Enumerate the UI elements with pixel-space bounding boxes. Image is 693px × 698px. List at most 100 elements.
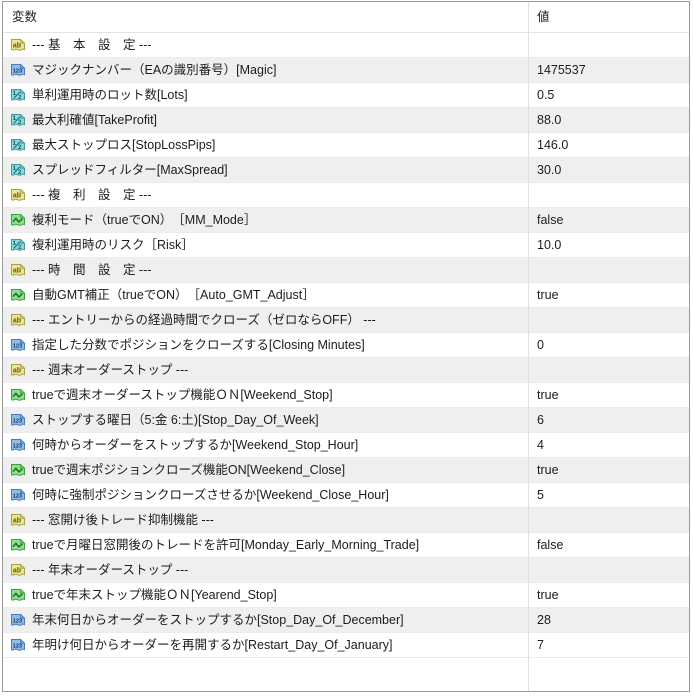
table-row[interactable]: 123 ストップする曜日（5:金 6:土)[Stop_Day_Of_Week] … bbox=[3, 408, 689, 433]
table-row[interactable]: 12 最大ストップロス[StopLossPips] 146.0 bbox=[3, 133, 689, 158]
table-row[interactable]: ab --- 基 本 設 定 --- bbox=[3, 33, 689, 58]
table-row[interactable]: 12 最大利確値[TakeProfit] 88.0 bbox=[3, 108, 689, 133]
double-type-icon: 12 bbox=[10, 113, 26, 127]
param-label: --- 基 本 設 定 --- bbox=[32, 37, 152, 52]
svg-text:ab: ab bbox=[13, 568, 21, 575]
column-header-variable: 変数 bbox=[12, 9, 38, 24]
param-label: --- 週末オーダーストップ --- bbox=[32, 362, 189, 377]
param-value[interactable]: false bbox=[528, 208, 689, 232]
param-value[interactable]: 6 bbox=[528, 408, 689, 432]
param-value[interactable] bbox=[528, 508, 689, 532]
svg-text:123: 123 bbox=[13, 618, 22, 624]
param-label: --- 窓開け後トレード抑制機能 --- bbox=[32, 512, 214, 527]
table-row[interactable]: 12 スプレッドフィルター[MaxSpread] 30.0 bbox=[3, 158, 689, 183]
param-value[interactable]: 7 bbox=[528, 633, 689, 657]
param-value[interactable]: 0.5 bbox=[528, 83, 689, 107]
svg-text:ab: ab bbox=[13, 318, 21, 325]
table-row[interactable]: trueで週末オーダーストップ機能ＯＮ[Weekend_Stop] true bbox=[3, 383, 689, 408]
integer-type-icon: 123 bbox=[10, 438, 26, 452]
param-value[interactable]: true bbox=[528, 283, 689, 307]
param-label: trueで年末ストップ機能ＯＮ[Yearend_Stop] bbox=[32, 587, 277, 602]
integer-type-icon: 123 bbox=[10, 413, 26, 427]
param-value[interactable]: 10.0 bbox=[528, 233, 689, 257]
table-row[interactable]: 123 年明け何日からオーダーを再開するか[Restart_Day_Of_Jan… bbox=[3, 633, 689, 658]
param-value[interactable]: true bbox=[528, 383, 689, 407]
param-value[interactable] bbox=[528, 308, 689, 332]
param-label: 年末何日からオーダーをストップするか[Stop_Day_Of_December] bbox=[32, 612, 404, 627]
param-value[interactable]: true bbox=[528, 458, 689, 482]
svg-text:123: 123 bbox=[13, 68, 22, 74]
param-label: 年明け何日からオーダーを再開するか[Restart_Day_Of_January… bbox=[32, 637, 393, 652]
double-type-icon: 12 bbox=[10, 238, 26, 252]
param-value[interactable] bbox=[528, 33, 689, 57]
empty-area bbox=[3, 658, 689, 691]
table-row[interactable]: 複利モード（trueでON） ［MM_Mode］ false bbox=[3, 208, 689, 233]
parameters-table: 変数 値 ab --- 基 本 設 定 --- 123 マジックナンバー（EAの… bbox=[3, 2, 689, 691]
integer-type-icon: 123 bbox=[10, 63, 26, 77]
param-value[interactable] bbox=[528, 258, 689, 282]
svg-text:ab: ab bbox=[13, 43, 21, 50]
param-value[interactable]: 1475537 bbox=[528, 58, 689, 82]
table-row[interactable]: ab --- 複 利 設 定 --- bbox=[3, 183, 689, 208]
boolean-type-icon bbox=[10, 463, 26, 477]
table-row[interactable]: trueで月曜日窓開後のトレードを許可[Monday_Early_Morning… bbox=[3, 533, 689, 558]
table-row[interactable]: ab --- エントリーからの経過時間でクローズ（ゼロならOFF） --- bbox=[3, 308, 689, 333]
param-value[interactable]: 0 bbox=[528, 333, 689, 357]
param-value[interactable]: 30.0 bbox=[528, 158, 689, 182]
table-row[interactable]: 123 マジックナンバー（EAの識別番号）[Magic] 1475537 bbox=[3, 58, 689, 83]
svg-text:ab: ab bbox=[13, 193, 21, 200]
svg-text:ab: ab bbox=[13, 518, 21, 525]
string-type-icon: ab bbox=[10, 263, 26, 277]
table-row[interactable]: trueで年末ストップ機能ＯＮ[Yearend_Stop] true bbox=[3, 583, 689, 608]
column-resize-divider[interactable] bbox=[528, 2, 529, 691]
param-value[interactable]: true bbox=[528, 583, 689, 607]
table-row[interactable]: 123 年末何日からオーダーをストップするか[Stop_Day_Of_Decem… bbox=[3, 608, 689, 633]
param-value[interactable]: 146.0 bbox=[528, 133, 689, 157]
integer-type-icon: 123 bbox=[10, 338, 26, 352]
table-row[interactable]: ab --- 年末オーダーストップ --- bbox=[3, 558, 689, 583]
table-row[interactable]: 12 単利運用時のロット数[Lots] 0.5 bbox=[3, 83, 689, 108]
column-header-value: 値 bbox=[537, 9, 550, 24]
param-label: --- 複 利 設 定 --- bbox=[32, 187, 152, 202]
svg-text:123: 123 bbox=[13, 418, 22, 424]
boolean-type-icon bbox=[10, 388, 26, 402]
table-row[interactable]: 123 指定した分数でポジションをクローズする[Closing Minutes]… bbox=[3, 333, 689, 358]
double-type-icon: 12 bbox=[10, 163, 26, 177]
param-label: マジックナンバー（EAの識別番号）[Magic] bbox=[32, 62, 277, 77]
param-value[interactable]: false bbox=[528, 533, 689, 557]
table-row[interactable]: 自動GMT補正（trueでON） ［Auto_GMT_Adjust］ true bbox=[3, 283, 689, 308]
table-row[interactable]: ab --- 週末オーダーストップ --- bbox=[3, 358, 689, 383]
svg-text:123: 123 bbox=[13, 643, 22, 649]
param-label: trueで週末ポジションクローズ機能ON[Weekend_Close] bbox=[32, 462, 346, 477]
boolean-type-icon bbox=[10, 288, 26, 302]
param-value[interactable]: 28 bbox=[528, 608, 689, 632]
ea-input-parameters-panel: 変数 値 ab --- 基 本 設 定 --- 123 マジックナンバー（EAの… bbox=[2, 1, 690, 692]
table-row[interactable]: trueで週末ポジションクローズ機能ON[Weekend_Close] true bbox=[3, 458, 689, 483]
param-value[interactable]: 4 bbox=[528, 433, 689, 457]
param-label: 複利運用時のリスク［Risk］ bbox=[32, 237, 194, 252]
param-label: trueで月曜日窓開後のトレードを許可[Monday_Early_Morning… bbox=[32, 537, 420, 552]
integer-type-icon: 123 bbox=[10, 488, 26, 502]
param-label: 単利運用時のロット数[Lots] bbox=[32, 87, 188, 102]
table-row[interactable]: 12 複利運用時のリスク［Risk］ 10.0 bbox=[3, 233, 689, 258]
param-label: ストップする曜日（5:金 6:土)[Stop_Day_Of_Week] bbox=[32, 412, 319, 427]
string-type-icon: ab bbox=[10, 513, 26, 527]
integer-type-icon: 123 bbox=[10, 638, 26, 652]
param-label: 最大利確値[TakeProfit] bbox=[32, 112, 158, 127]
boolean-type-icon bbox=[10, 588, 26, 602]
param-value[interactable]: 5 bbox=[528, 483, 689, 507]
double-type-icon: 12 bbox=[10, 88, 26, 102]
param-value[interactable] bbox=[528, 183, 689, 207]
table-row[interactable]: ab --- 時 間 設 定 --- bbox=[3, 258, 689, 283]
string-type-icon: ab bbox=[10, 188, 26, 202]
param-label: 自動GMT補正（trueでON） ［Auto_GMT_Adjust］ bbox=[32, 287, 315, 302]
param-value[interactable] bbox=[528, 358, 689, 382]
table-row[interactable]: 123 何時に強制ポジションクローズさせるか[Weekend_Close_Hou… bbox=[3, 483, 689, 508]
table-row[interactable]: 123 何時からオーダーをストップするか[Weekend_Stop_Hour] … bbox=[3, 433, 689, 458]
string-type-icon: ab bbox=[10, 363, 26, 377]
param-value[interactable] bbox=[528, 558, 689, 582]
table-row[interactable]: ab --- 窓開け後トレード抑制機能 --- bbox=[3, 508, 689, 533]
boolean-type-icon bbox=[10, 213, 26, 227]
param-label: --- 年末オーダーストップ --- bbox=[32, 562, 189, 577]
param-value[interactable]: 88.0 bbox=[528, 108, 689, 132]
